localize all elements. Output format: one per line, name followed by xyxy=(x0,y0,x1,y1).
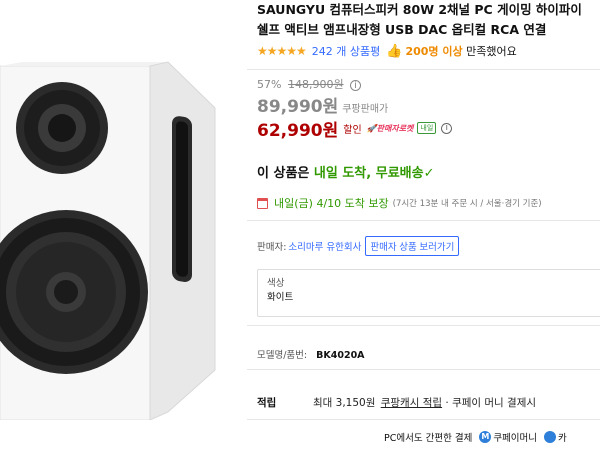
divider xyxy=(247,69,600,70)
coupay-money-label[interactable]: 쿠페이머니 xyxy=(493,430,537,444)
product-title-line2: 쉘프 액티브 앰프내장형 USB DAC 옵티컬 RCA 연결 xyxy=(257,22,547,37)
product-image[interactable] xyxy=(0,40,232,421)
seller-rocket-badge: 🚀판매자로켓 xyxy=(366,123,414,133)
divider xyxy=(247,220,600,221)
sale-label: 할인 xyxy=(343,124,362,136)
model-row: 모델명/품번: BK4020A xyxy=(257,347,600,361)
calendar-icon xyxy=(257,197,268,209)
divider xyxy=(247,325,600,326)
original-price: 148,900원 xyxy=(287,78,344,91)
reward-suffix: · 쿠페이 머니 결제시 xyxy=(445,396,537,409)
check-icon: ✓ xyxy=(423,166,435,181)
delivery-headline-prefix: 이 상품은 xyxy=(257,166,310,181)
seller-label: 판매자: xyxy=(257,242,287,253)
reward-amount: 최대 3,150원 xyxy=(313,396,376,409)
delivery-detail: 내일(금) 4/10 도착 보장 (7시간 13분 내 주문 시 / 서울·경기… xyxy=(257,194,600,212)
info-icon[interactable]: i xyxy=(441,122,453,134)
option-title: 색상 xyxy=(267,278,285,289)
coupang-price: 89,990원 xyxy=(257,97,339,117)
reward-label: 적립 xyxy=(257,396,277,409)
thumbs-up-icon: 👍 xyxy=(386,43,403,59)
coupang-price-label: 쿠팡판매가 xyxy=(342,104,389,115)
card-label[interactable]: 카 xyxy=(558,430,567,444)
satisfaction-text: 200명 이상 만족했어요 xyxy=(405,43,516,59)
delivery-note: (7시간 13분 내 주문 시 / 서울·경기 기준) xyxy=(392,199,542,209)
seller-row: 판매자: 소리마루 유한회사 판매자 상품 보러가기 xyxy=(257,236,600,256)
satisfied-count: 200명 이상 xyxy=(405,45,463,58)
pay-row: PC에서도 간편한 결제 M 쿠페이머니 카 xyxy=(384,430,567,444)
coupang-price-row: 89,990원 쿠팡판매가 xyxy=(257,92,600,117)
discount-rate: 57% xyxy=(257,78,282,91)
info-icon[interactable]: i xyxy=(350,80,362,91)
speaker-illustration xyxy=(0,61,216,421)
satisfied-label: 만족했어요 xyxy=(466,45,517,58)
tomorrow-badge: 내일 xyxy=(417,122,437,134)
rating-row: ★★★★★ 242 개 상품평 👍 200명 이상 만족했어요 xyxy=(257,41,600,61)
card-icon xyxy=(544,431,557,443)
model-label: 모델명/품번: xyxy=(257,350,308,361)
product-title: SAUNGYU 컴퓨터스피커 80W 2채널 PC 게이밍 하이파이 쉘프 액티… xyxy=(257,0,600,40)
star-rating-icon[interactable]: ★★★★★ xyxy=(257,44,307,58)
coupang-cash-link[interactable]: 쿠팡캐시 적립 xyxy=(381,397,442,409)
pay-text: PC에서도 간편한 결제 xyxy=(384,433,473,444)
option-value: 화이트 xyxy=(267,292,294,303)
delivery-headline-green: 내일 도착, 무료배송 xyxy=(313,166,424,181)
sale-price: 62,990원 xyxy=(257,120,339,141)
sale-price-row: 62,990원 할인 🚀판매자로켓 내일 i xyxy=(257,116,600,141)
review-count-link[interactable]: 242 개 상품평 xyxy=(312,43,380,59)
reward-text: 최대 3,150원 쿠팡캐시 적립 · 쿠페이 머니 결제시 xyxy=(313,395,536,410)
coupay-money-icon: M xyxy=(479,431,492,443)
color-option-box[interactable]: 색상 화이트 xyxy=(257,269,600,317)
model-value: BK4020A xyxy=(316,350,365,361)
delivery-headline: 이 상품은 내일 도착, 무료배송✓ xyxy=(257,162,600,182)
divider xyxy=(247,369,600,370)
seller-products-button[interactable]: 판매자 상품 보러가기 xyxy=(365,236,460,256)
product-info-panel: SAUNGYU 컴퓨터스피커 80W 2채널 PC 게이밍 하이파이 쉘프 액티… xyxy=(247,0,600,420)
divider xyxy=(247,419,600,420)
product-title-line1: SAUNGYU 컴퓨터스피커 80W 2채널 PC 게이밍 하이파이 xyxy=(257,2,582,17)
discount-row: 57% 148,900원 i xyxy=(257,76,600,91)
delivery-date: 내일(금) 4/10 도착 보장 xyxy=(274,197,389,210)
seller-name-link[interactable]: 소리마루 유한회사 xyxy=(288,239,361,253)
reward-row: 적립 최대 3,150원 쿠팡캐시 적립 · 쿠페이 머니 결제시 xyxy=(257,393,600,411)
